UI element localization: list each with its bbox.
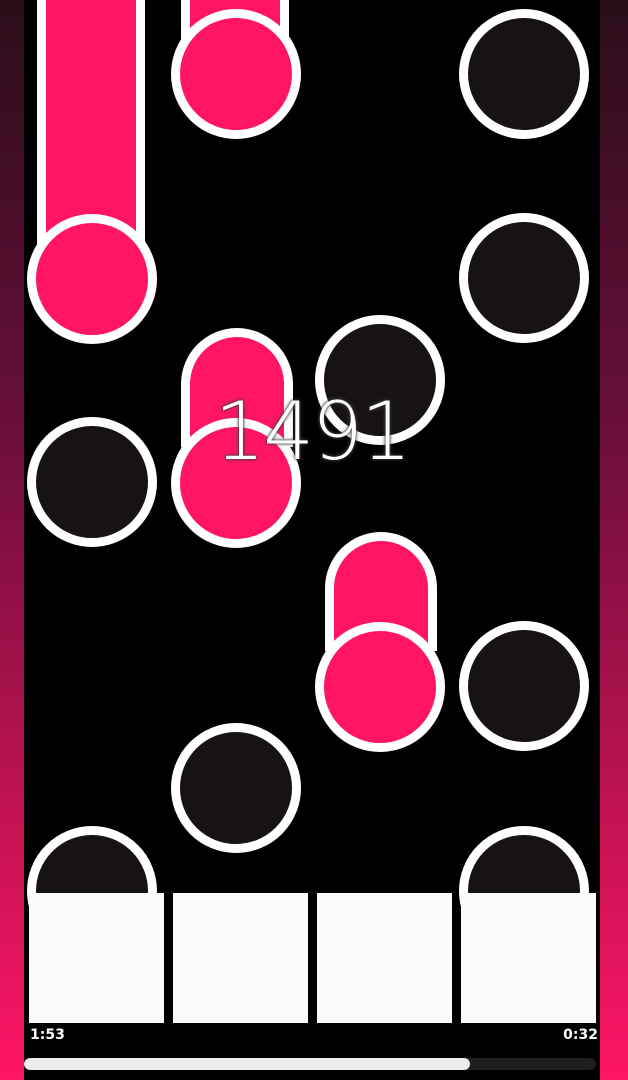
score-counter: 1491: [214, 385, 412, 478]
song-progress-fill: [24, 1058, 471, 1070]
hold-note-head: [315, 622, 445, 752]
tap-zone-lane-2[interactable]: [173, 893, 308, 1023]
time-remaining: 0:32: [563, 1027, 598, 1043]
playfield: 1491 1:53 0:32: [24, 0, 600, 1080]
song-progress-bar: [24, 1058, 596, 1070]
tap-note: [459, 621, 589, 751]
tap-zone-lane-4[interactable]: [461, 893, 596, 1023]
tap-zone-lane-3[interactable]: [317, 893, 452, 1023]
hold-note-head: [27, 214, 157, 344]
time-elapsed: 1:53: [30, 1027, 65, 1043]
hold-note-tail: [37, 0, 145, 249]
tap-note: [459, 9, 589, 139]
tap-note: [171, 723, 301, 853]
hold-note-head: [171, 9, 301, 139]
tap-note: [459, 213, 589, 343]
tap-zone-lane-1[interactable]: [29, 893, 164, 1023]
